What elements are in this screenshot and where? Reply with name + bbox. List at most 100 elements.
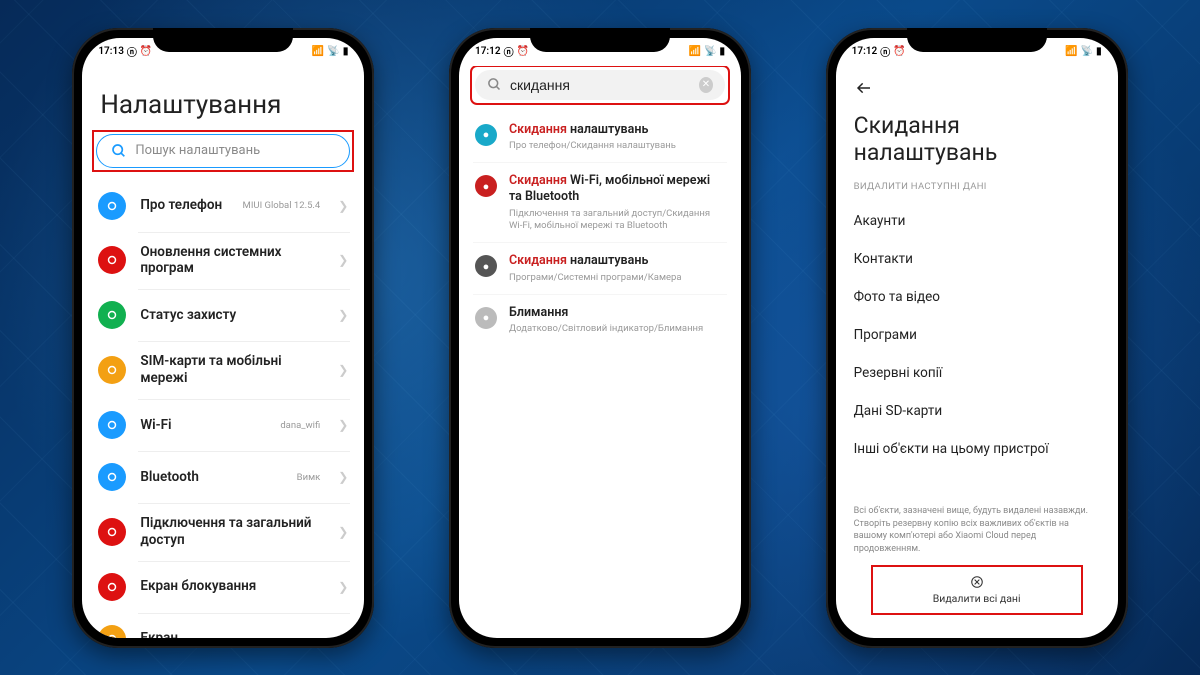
row-label: Статус захисту <box>140 307 320 324</box>
status-battery-icon: ▮ <box>719 46 725 57</box>
status-battery-icon: ▮ <box>1096 46 1102 57</box>
search-result[interactable]: ● Скидання налаштувань Про телефон/Скиданн… <box>473 112 727 163</box>
settings-row[interactable]: Підключення та загальний доступ ❯ <box>96 503 350 561</box>
row-label: Екран <box>140 630 320 637</box>
wifi-icon <box>98 411 126 439</box>
chevron-right-icon: ❯ <box>338 199 348 213</box>
arrow-left-icon <box>854 80 874 96</box>
row-main: Bluetooth <box>140 469 282 486</box>
network-reset-icon: ● <box>475 175 497 197</box>
search-input[interactable] <box>510 77 691 93</box>
settings-row[interactable]: Про телефонMIUI Global 12.5.4❯ <box>96 180 350 232</box>
result-path: Додатково/Світловий індикатор/Блимання <box>509 323 725 335</box>
settings-row[interactable]: Статус захисту ❯ <box>96 289 350 341</box>
data-items-list: АкаунтиКонтактиФото та відеоПрограмиРезе… <box>850 202 1104 468</box>
result-path: Програми/Системні програми/Камера <box>509 272 725 284</box>
row-main: Екран блокування <box>140 578 320 595</box>
phone-2-screen: 17:12 ⓝ ⏰ 📶 📡 ▮ ✕ ● <box>459 38 741 638</box>
row-main: Wi-Fi <box>140 417 266 434</box>
status-left: 17:12 ⓝ ⏰ <box>852 44 906 59</box>
status-right: 📶 📡 ▮ <box>1065 46 1101 57</box>
search-box[interactable]: Пошук налаштувань <box>96 134 350 168</box>
chevron-right-icon: ❯ <box>338 470 348 484</box>
clear-icon[interactable]: ✕ <box>699 77 713 93</box>
search-result[interactable]: ●БлиманняДодатково/Світловий індикатор/Б… <box>473 294 727 346</box>
settings-dot-icon: ● <box>475 124 497 146</box>
chevron-right-icon: ❯ <box>338 525 348 539</box>
share-icon <box>98 518 126 546</box>
footnote-text: Всі об'єкти, зазначені вище, будуть вида… <box>850 505 1104 565</box>
status-left: 17:12 ⓝ ⏰ <box>475 44 529 59</box>
result-body: Блимання Додатково/Світловий індикатор/Бл… <box>509 305 725 336</box>
row-meta: Вимк <box>297 472 321 483</box>
result-title: Блимання <box>509 305 725 321</box>
settings-row[interactable]: Екран блокування❯ <box>96 561 350 613</box>
data-item: Інші об'єкти на цьому пристрої <box>850 430 1104 468</box>
page-title: Налаштування <box>100 90 350 120</box>
status-signal-icon: 📶 <box>689 46 701 57</box>
phone-2-frame: 17:12 ⓝ ⏰ 📶 📡 ▮ ✕ ● <box>449 28 751 648</box>
row-label: Bluetooth <box>140 469 282 486</box>
row-label: SIM-карти та мобільні мережі <box>140 353 320 387</box>
row-label: Про телефон <box>140 197 228 214</box>
settings-list: Про телефонMIUI Global 12.5.4❯Оновлення … <box>96 180 350 638</box>
settings-row[interactable]: SIM-карти та мобільні мережі ❯ <box>96 341 350 399</box>
status-battery-icon: ▮ <box>343 46 349 57</box>
settings-row[interactable]: Екран ❯ <box>96 613 350 638</box>
phone-notch <box>907 28 1047 52</box>
sim-icon <box>98 356 126 384</box>
delete-button-wrap: Видалити всі дані <box>850 566 1104 628</box>
status-alarm-icon: ⏰ <box>517 46 529 57</box>
settings-row[interactable]: Wi-Fidana_wifi❯ <box>96 399 350 451</box>
status-nfc-icon: ⓝ <box>504 44 514 59</box>
row-main: Статус захисту <box>140 307 320 324</box>
search-box-highlight: ✕ <box>473 68 727 102</box>
result-title: Скидання налаштувань <box>509 253 725 269</box>
shield-icon <box>98 301 126 329</box>
delete-all-button[interactable]: Видалити всі дані <box>872 566 1082 614</box>
status-left: 17:13 ⓝ ⏰ <box>98 44 152 59</box>
result-path: Про телефон/Скидання налаштувань <box>509 140 725 152</box>
phone-1-screen: 17:13 ⓝ ⏰ 📶 📡 ▮ Налаштування Пошук налаш… <box>82 38 364 638</box>
chevron-right-icon: ❯ <box>338 632 348 638</box>
row-meta: dana_wifi <box>280 420 320 431</box>
delete-button-label: Видалити всі дані <box>933 592 1021 605</box>
settings-row[interactable]: Bluetooth Вимк ❯ <box>96 451 350 503</box>
phone-info-icon <box>98 192 126 220</box>
status-wifi-icon: 📡 <box>1081 46 1093 57</box>
search-icon <box>487 77 502 92</box>
status-time: 17:13 <box>98 46 124 57</box>
status-alarm-icon: ⏰ <box>140 46 152 57</box>
settings-row[interactable]: Оновлення системних програм ❯ <box>96 232 350 290</box>
result-body: Скидання налаштувань Програми/Системні пр… <box>509 253 725 284</box>
data-item: Фото та відео <box>850 278 1104 316</box>
search-box[interactable]: ✕ <box>475 70 725 100</box>
search-result[interactable]: ● Скидання налаштувань Програми/Системні п… <box>473 242 727 294</box>
row-main: Оновлення системних програм <box>140 244 320 278</box>
data-item: Контакти <box>850 240 1104 278</box>
status-wifi-icon: 📡 <box>704 46 716 57</box>
search-result[interactable]: ●Скидання Wi-Fi, мобільної мережі та Blu… <box>473 162 727 242</box>
chevron-right-icon: ❯ <box>338 308 348 322</box>
row-main: Підключення та загальний доступ <box>140 515 320 549</box>
status-nfc-icon: ⓝ <box>880 44 890 59</box>
section-caption: ВИДАЛИТИ НАСТУПНІ ДАНІ <box>850 181 1104 192</box>
chevron-right-icon: ❯ <box>338 363 348 377</box>
sun-icon <box>98 625 126 638</box>
stage: 17:13 ⓝ ⏰ 📶 📡 ▮ Налаштування Пошук налаш… <box>0 0 1200 675</box>
status-nfc-icon: ⓝ <box>127 44 137 59</box>
camera-dot-icon: ● <box>475 255 497 277</box>
row-label: Екран блокування <box>140 578 320 595</box>
phone-2-content: ✕ ● Скидання налаштувань Про телефон/Скида… <box>459 66 741 638</box>
search-box-highlight: Пошук налаштувань <box>96 134 350 168</box>
phone-3-screen: 17:12 ⓝ ⏰ 📶 📡 ▮ Скидання налаштувань ВИД… <box>836 38 1118 638</box>
back-button[interactable] <box>850 66 1104 108</box>
status-wifi-icon: 📡 <box>327 46 339 57</box>
status-signal-icon: 📶 <box>312 46 324 57</box>
lock-icon <box>98 573 126 601</box>
phone-notch <box>530 28 670 52</box>
status-time: 17:12 <box>852 46 878 57</box>
result-title: Скидання налаштувань <box>509 122 725 138</box>
chevron-right-icon: ❯ <box>338 253 348 267</box>
row-label: Підключення та загальний доступ <box>140 515 320 549</box>
